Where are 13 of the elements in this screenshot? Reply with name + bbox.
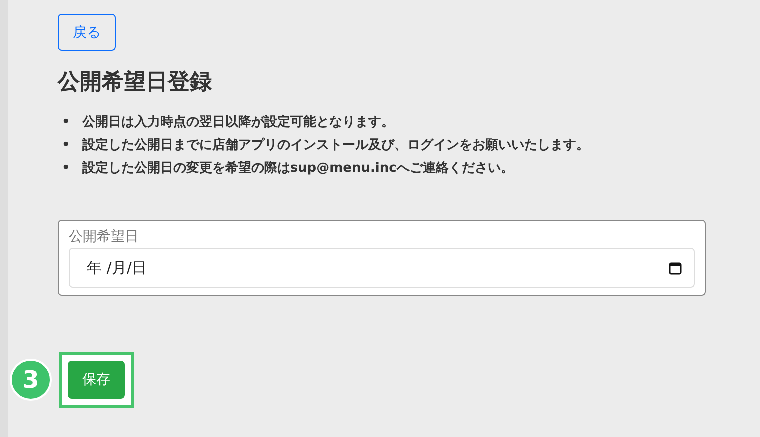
save-button[interactable]: 保存 xyxy=(68,361,125,399)
bullet: • xyxy=(62,137,70,155)
bullet: • xyxy=(62,114,70,132)
note-text: 公開日は入力時点の翌日以降が設定可能となります。 xyxy=(82,114,394,132)
back-button[interactable]: 戻る xyxy=(58,14,116,51)
note-text: 設定した公開日の変更を希望の際はsup@menu.incへご連絡ください。 xyxy=(82,160,514,178)
calendar-icon[interactable] xyxy=(669,262,682,274)
bullet: • xyxy=(62,160,70,178)
page-title: 公開希望日登録 xyxy=(58,69,213,97)
note-text: 設定した公開日までに店舗アプリのインストール及び、ログインをお願いいたします。 xyxy=(82,136,590,155)
field-label: 公開希望日 xyxy=(69,228,140,246)
date-field[interactable]: 年 /月/日 xyxy=(69,248,695,288)
step-badge: 3 xyxy=(10,359,52,401)
